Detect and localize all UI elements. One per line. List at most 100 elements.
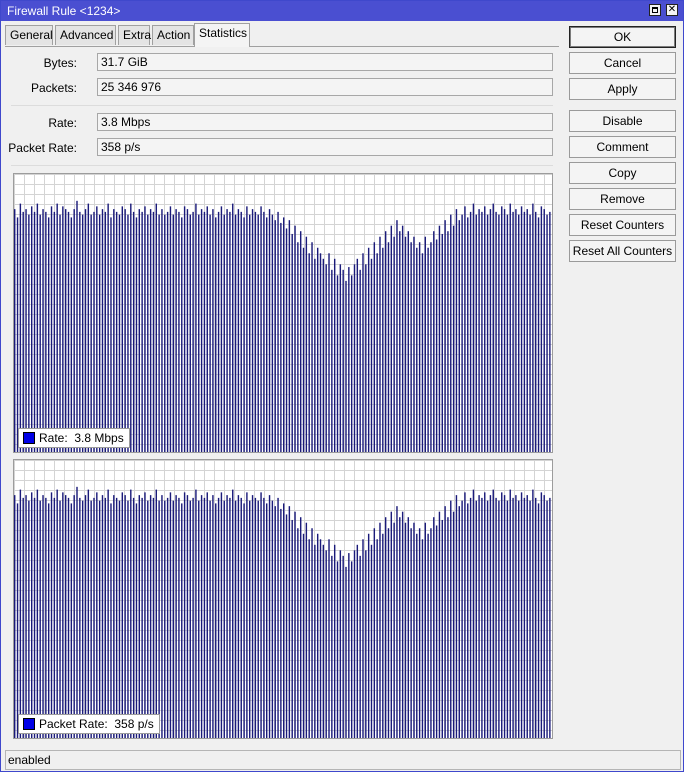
graph-bar [87,203,90,452]
graph-bar [467,217,469,452]
graph-bar [543,209,545,452]
graph-bar [467,503,469,738]
graph-bar [520,492,523,738]
graph-bar [36,203,39,452]
graph-bar [472,489,475,738]
graph-bar [175,209,177,452]
packet-rate-legend: Packet Rate: 358 p/s [18,714,160,734]
graph-bar [93,497,95,738]
graph-bar [501,206,503,452]
graph-bar [209,214,211,452]
graph-bar [132,497,135,738]
tab-general[interactable]: General [5,25,53,45]
graph-bar [348,553,350,738]
title-bar[interactable]: Firewall Rule <1234> ✕ [1,1,683,21]
graph-bar [138,495,141,738]
graph-bar [478,495,480,738]
remove-button[interactable]: Remove [569,188,676,210]
graph-bar [217,497,220,738]
graph-bar [294,511,296,738]
graph-bar [458,506,460,738]
graph-bar [45,211,47,452]
tab-action[interactable]: Action [152,25,194,45]
graph-bar [166,211,169,452]
graph-bar [164,214,166,452]
graph-bar [418,242,421,452]
graph-bar [268,209,271,452]
graph-bar [407,517,410,738]
graph-bar [472,203,475,452]
graph-bar [430,242,432,452]
graph-bar [257,500,259,738]
graph-bar [469,497,472,738]
cancel-button[interactable]: Cancel [569,52,676,74]
graph-bar [237,495,240,738]
graph-bar [149,209,152,452]
graph-bar [215,503,217,738]
reset-all-counters-button[interactable]: Reset All Counters [569,240,676,262]
graph-bar [172,500,174,738]
ok-button[interactable]: OK [569,26,676,48]
graph-bar [67,211,70,452]
graph-bar [186,209,189,452]
graph-bar [523,497,526,738]
maximize-icon[interactable] [649,4,661,16]
graph-bar [464,206,466,452]
graph-bar [316,247,319,452]
graph-bar [232,203,234,452]
apply-button[interactable]: Apply [569,78,676,100]
graph-bar [333,544,336,738]
graph-bar [549,211,551,452]
graph-bar [53,211,56,452]
graph-bar [410,242,412,452]
graph-bar [532,203,534,452]
graph-bar [325,264,327,452]
graph-bar [481,211,483,452]
status-text: enabled [8,753,51,767]
graph-bar [438,225,441,452]
graph-bar [161,209,163,452]
graph-bar [512,211,514,452]
graph-bar [421,539,424,738]
tab-statistics[interactable]: Statistics [194,23,250,47]
graph-bar [124,209,126,452]
graph-bar [294,225,296,452]
tab-extra[interactable]: Extra [118,25,151,45]
graph-bar [464,492,466,738]
graph-bar [25,209,27,452]
graph-bar [19,489,22,738]
graph-bar [166,497,169,738]
graph-bar [189,500,191,738]
graph-bar [158,500,160,738]
graph-bar [257,214,259,452]
close-icon[interactable]: ✕ [666,4,678,16]
graph-bar [141,211,143,452]
graph-bar [308,539,310,738]
graph-bar [486,214,489,452]
graph-bar [79,497,81,738]
copy-button[interactable]: Copy [569,162,676,184]
graph-bar [359,269,361,452]
graph-bar [246,492,248,738]
graph-bar [308,253,310,452]
graph-bar [546,214,548,452]
graph-bar [410,528,412,738]
graph-bar [237,209,240,452]
reset-counters-button[interactable]: Reset Counters [569,214,676,236]
graph-bar [96,492,98,738]
graph-bar [200,209,203,452]
tab-advanced[interactable]: Advanced [55,25,116,45]
graph-bar [175,495,177,738]
graph-bar [297,528,299,738]
graph-bar [124,495,126,738]
graph-bar [416,247,418,452]
graph-bar [28,214,30,452]
disable-button[interactable]: Disable [569,110,676,132]
graph-bar [302,533,305,738]
graph-bar [79,211,81,452]
separator [11,165,553,166]
graph-bar [98,500,101,738]
graph-bar [387,242,390,452]
comment-button[interactable]: Comment [569,136,676,158]
graph-bar [90,214,92,452]
